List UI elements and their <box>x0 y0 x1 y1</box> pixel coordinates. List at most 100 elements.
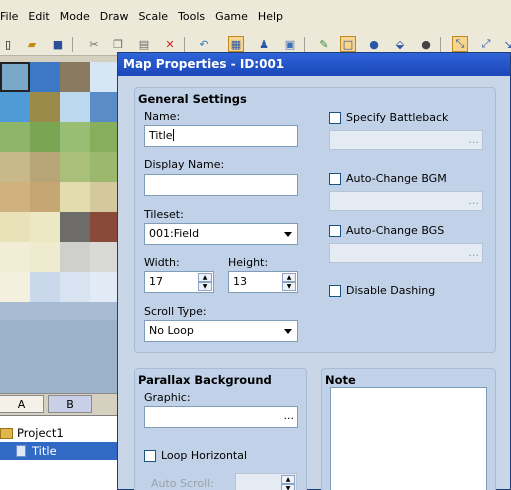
menu-tools[interactable]: Tools <box>173 0 210 34</box>
map-icon <box>16 445 26 457</box>
tile-dirt-2[interactable] <box>30 182 60 212</box>
tile-deep-water[interactable] <box>30 62 60 92</box>
cut-icon[interactable]: ✂ <box>86 36 102 52</box>
chevron-down-icon <box>284 232 292 237</box>
checkbox-box[interactable] <box>329 224 341 237</box>
tile-grass-1[interactable] <box>0 122 30 152</box>
tile-cloud-3[interactable] <box>60 272 90 302</box>
tile-sand-1[interactable] <box>0 152 30 182</box>
width-stepper[interactable]: 17 ▲ ▼ <box>144 271 214 293</box>
palette-tabs: A B <box>0 393 120 415</box>
tile-palette[interactable] <box>0 56 120 393</box>
height-spin-buttons[interactable]: ▲ ▼ <box>282 273 296 291</box>
checkbox-box[interactable] <box>329 111 341 124</box>
tile-sand-4[interactable] <box>90 152 120 182</box>
height-stepper[interactable]: 13 ▲ ▼ <box>228 271 298 293</box>
menu-bar: File Edit Mode Draw Scale Tools Game Hel… <box>0 0 511 34</box>
specify-battleback-checkbox[interactable]: Specify Battleback <box>329 111 448 124</box>
group-title: Note <box>325 373 356 387</box>
tile-stone-1[interactable] <box>60 212 90 242</box>
palette-empty-area <box>0 320 120 393</box>
menu-draw[interactable]: Draw <box>95 0 134 34</box>
map-mode-icon[interactable]: ▦ <box>228 36 244 52</box>
open-project-icon[interactable]: ▰ <box>24 36 40 52</box>
new-project-icon[interactable]: ▯ <box>0 36 16 52</box>
region-mode-icon[interactable]: ▣ <box>282 36 298 52</box>
save-project-icon[interactable]: ■ <box>50 36 66 52</box>
menu-file[interactable]: File <box>0 0 23 34</box>
auto-scroll-spin-buttons: ▲ ▼ <box>281 475 295 490</box>
tile-sand-2[interactable] <box>30 152 60 182</box>
tab-a[interactable]: A <box>0 395 44 413</box>
name-label: Name: <box>144 110 181 123</box>
tile-grass-3[interactable] <box>60 122 90 152</box>
tile-dirt-1[interactable] <box>0 182 30 212</box>
tile-bubbles[interactable] <box>90 62 120 92</box>
menu-scale[interactable]: Scale <box>133 0 173 34</box>
copy-icon[interactable]: ❐ <box>110 36 126 52</box>
fill-icon[interactable]: ⬙ <box>392 36 408 52</box>
tile-stone-2[interactable] <box>90 212 120 242</box>
menu-help[interactable]: Help <box>253 0 288 34</box>
tile-snow-1[interactable] <box>0 242 30 272</box>
paste-icon[interactable]: ▤ <box>136 36 152 52</box>
tile-cloud-4[interactable] <box>90 272 120 302</box>
pencil-icon[interactable]: ✎ <box>316 36 332 52</box>
checkbox-box[interactable] <box>329 284 341 297</box>
checkbox-box[interactable] <box>144 449 156 462</box>
tile-light-2[interactable] <box>30 212 60 242</box>
tree-item-label: Project1 <box>17 426 64 440</box>
tile-snow-2[interactable] <box>30 242 60 272</box>
rectangle-icon[interactable]: □ <box>340 36 356 52</box>
tile-rocks[interactable] <box>60 62 90 92</box>
event-mode-icon[interactable]: ♟ <box>256 36 272 52</box>
tileset-select[interactable]: 001:Field <box>144 223 298 245</box>
tile-flowers[interactable] <box>30 92 60 122</box>
tile-grass-2[interactable] <box>30 122 60 152</box>
delete-icon[interactable]: ✕ <box>162 36 178 52</box>
tile-glow[interactable] <box>60 92 90 122</box>
tile-stone-3[interactable] <box>60 242 90 272</box>
undo-icon[interactable]: ↶ <box>196 36 212 52</box>
tile-cloud-2[interactable] <box>30 272 60 302</box>
tile-pond[interactable] <box>0 92 30 122</box>
checkbox-box[interactable] <box>329 172 341 185</box>
scale-1-1-icon[interactable]: ⤡ <box>452 36 468 52</box>
ellipse-icon[interactable]: ● <box>366 36 382 52</box>
name-input[interactable]: Title <box>144 125 298 147</box>
menu-edit[interactable]: Edit <box>23 0 54 34</box>
dialog-title[interactable]: Map Properties - ID:001 <box>118 53 510 76</box>
tree-item-map[interactable]: Title <box>0 442 120 460</box>
menu-game[interactable]: Game <box>210 0 253 34</box>
tile-whirlpool[interactable] <box>90 92 120 122</box>
chevron-down-icon <box>284 329 292 334</box>
tile-row-partial[interactable] <box>0 302 120 320</box>
tile-dirt-3[interactable] <box>60 182 90 212</box>
tile-light-1[interactable] <box>0 212 30 242</box>
tile-dirt-4[interactable] <box>90 182 120 212</box>
tree-item-project[interactable]: Project1 <box>0 424 120 442</box>
display-name-input[interactable] <box>144 174 298 196</box>
checkbox-label: Disable Dashing <box>346 284 436 297</box>
ellipsis-button[interactable]: ... <box>284 407 295 425</box>
auto-change-bgs-checkbox[interactable]: Auto-Change BGS <box>329 224 444 237</box>
tile-sand-3[interactable] <box>60 152 90 182</box>
tile-grass-4[interactable] <box>90 122 120 152</box>
disable-dashing-checkbox[interactable]: Disable Dashing <box>329 284 435 297</box>
tile-water-selected[interactable] <box>0 62 30 92</box>
toolbar-separator <box>184 37 185 52</box>
scale-1-2-icon[interactable]: ⤢ <box>478 36 494 52</box>
shadow-pen-icon[interactable]: ● <box>418 36 434 52</box>
width-spin-buttons[interactable]: ▲ ▼ <box>198 273 212 291</box>
scroll-type-select[interactable]: No Loop <box>144 320 298 342</box>
tab-b[interactable]: B <box>48 395 92 413</box>
loop-horizontal-checkbox[interactable]: Loop Horizontal <box>144 449 247 462</box>
battleback-field: ... <box>329 130 483 150</box>
note-textarea[interactable] <box>330 387 487 490</box>
tile-cloud-1[interactable] <box>0 272 30 302</box>
menu-mode[interactable]: Mode <box>55 0 95 34</box>
tile-stone-4[interactable] <box>90 242 120 272</box>
auto-change-bgm-checkbox[interactable]: Auto-Change BGM <box>329 172 447 185</box>
graphic-field[interactable]: ... <box>144 406 298 428</box>
scale-1-4-icon[interactable]: ↘ <box>500 36 511 52</box>
